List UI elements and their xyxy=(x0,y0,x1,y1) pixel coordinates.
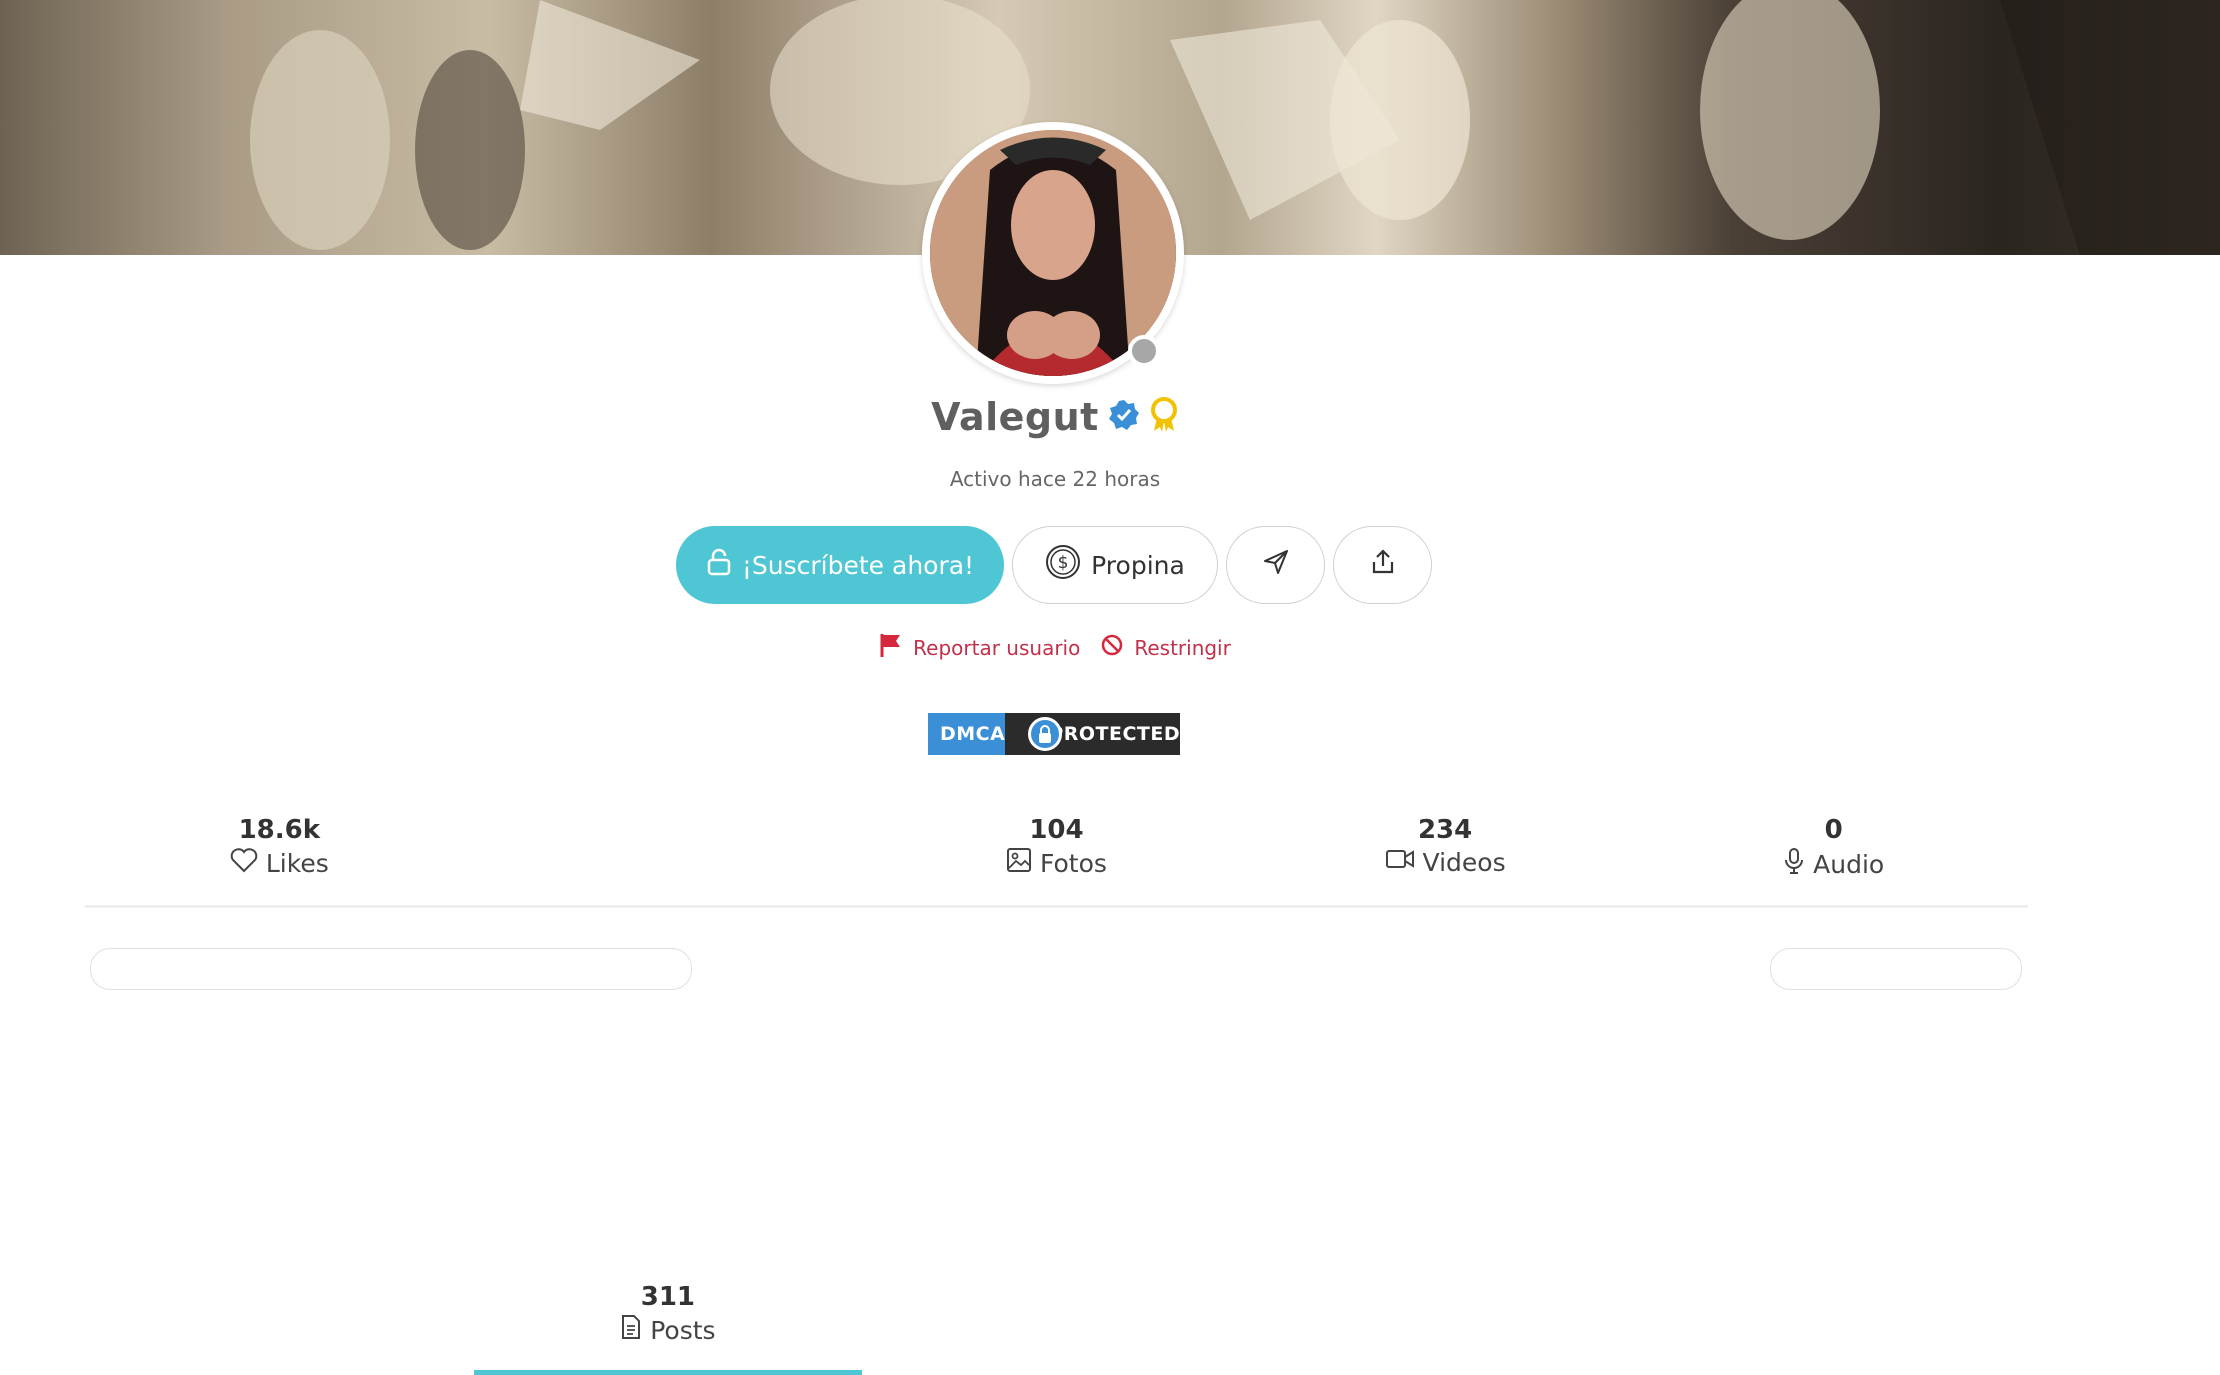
video-icon xyxy=(1385,847,1415,877)
flag-icon xyxy=(879,632,903,663)
profile-moderation-links: Reportar usuario Restringir xyxy=(0,632,2110,663)
tab-count: 311 xyxy=(640,1282,696,1312)
dmca-text: DMCA xyxy=(940,723,1006,745)
sort-filter-card[interactable] xyxy=(1770,948,2022,990)
tab-label: Audio xyxy=(1813,849,1885,879)
share-icon xyxy=(1370,548,1396,582)
tab-count: 104 xyxy=(1029,815,1084,845)
tab-label: Posts xyxy=(650,1315,716,1345)
tip-button[interactable]: $ Propina xyxy=(1012,526,1218,604)
search-posts-card[interactable] xyxy=(90,948,692,990)
dmca-protected-badge[interactable]: DMCA PROTECTED xyxy=(928,713,1180,755)
subscribe-button[interactable]: ¡Suscríbete ahora! xyxy=(676,526,1004,604)
tab-label: Fotos xyxy=(1040,848,1107,878)
send-icon xyxy=(1262,548,1290,582)
tab-likes[interactable]: 18.6k Likes xyxy=(85,805,474,905)
award-badge-icon xyxy=(1149,397,1179,437)
tab-count: 0 xyxy=(1824,815,1843,845)
tab-label-row: Videos xyxy=(1385,847,1506,877)
restrict-link[interactable]: Restringir xyxy=(1100,632,1231,663)
dmca-protected-text: PROTECTED xyxy=(1049,723,1180,745)
image-icon xyxy=(1006,847,1032,879)
heart-icon xyxy=(230,847,258,879)
profile-name: Valegut xyxy=(931,395,1099,439)
tab-label-row: Audio xyxy=(1783,847,1884,881)
profile-name-row: Valegut xyxy=(0,395,2110,439)
tab-label: Likes xyxy=(265,848,329,878)
last-active-text: Activo hace 22 horas xyxy=(949,467,1161,491)
tab-posts[interactable]: 311 Posts xyxy=(473,1272,863,1375)
tab-label: Videos xyxy=(1422,847,1506,877)
tab-label-row: Likes xyxy=(230,847,329,879)
verified-icon xyxy=(1107,398,1141,436)
subscribe-label: ¡Suscríbete ahora! xyxy=(741,550,975,580)
tab-count: 18.6k xyxy=(238,815,321,845)
lock-icon xyxy=(1028,717,1062,751)
report-user-label: Reportar usuario xyxy=(913,635,1081,660)
tab-audio[interactable]: 0 Audio xyxy=(1639,805,2028,905)
tab-label-row: Posts xyxy=(620,1314,716,1346)
tab-videos[interactable]: 234 Videos xyxy=(1251,805,1640,905)
document-icon xyxy=(620,1314,642,1346)
report-user-link[interactable]: Reportar usuario xyxy=(879,632,1080,663)
tip-label: Propina xyxy=(1091,550,1185,580)
microphone-icon xyxy=(1783,847,1805,881)
profile-tabs: 18.6k Likes 311 Posts 104 Fotos 234 Vide… xyxy=(85,805,2028,1375)
tab-count: 234 xyxy=(1417,815,1473,845)
restrict-label: Restringir xyxy=(1134,635,1231,660)
status-offline-indicator xyxy=(1128,335,1160,367)
svg-text:$: $ xyxy=(1058,553,1069,573)
tab-fotos[interactable]: 104 Fotos xyxy=(862,805,1251,905)
ban-icon xyxy=(1100,633,1124,662)
share-button[interactable] xyxy=(1333,526,1432,604)
send-message-button[interactable] xyxy=(1226,526,1325,604)
dollar-coin-icon: $ xyxy=(1045,544,1081,586)
tab-label-row: Fotos xyxy=(1006,847,1107,879)
dmca-left-panel: DMCA xyxy=(928,713,1006,755)
unlock-icon xyxy=(706,548,732,582)
